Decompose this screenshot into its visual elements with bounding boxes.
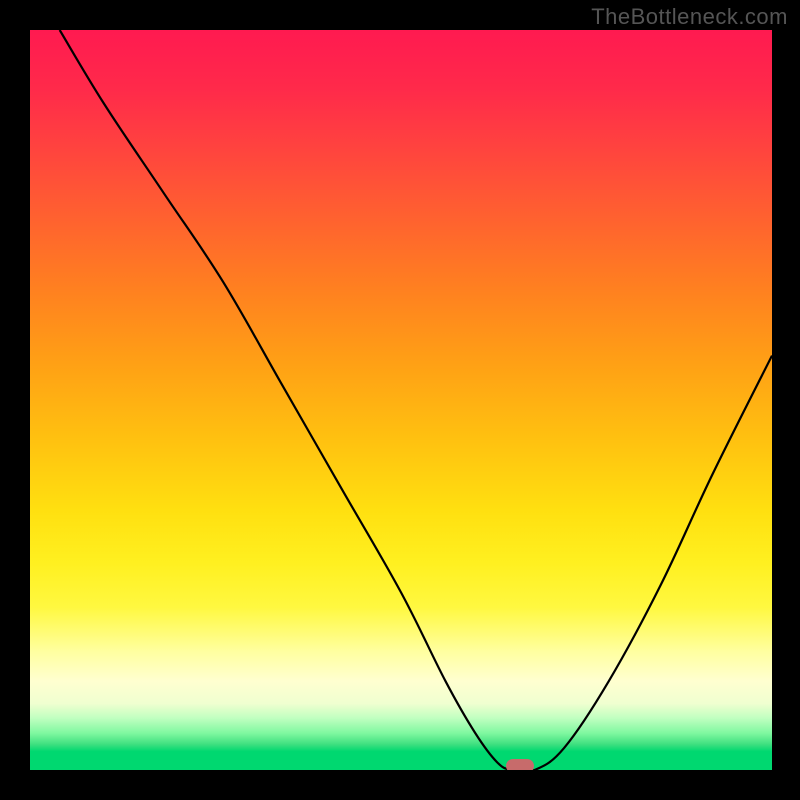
selected-point-marker [506,759,534,770]
plot-area [30,30,772,770]
watermark-text: TheBottleneck.com [591,4,788,30]
bottleneck-curve-svg [30,30,772,770]
bottleneck-curve [60,30,772,770]
